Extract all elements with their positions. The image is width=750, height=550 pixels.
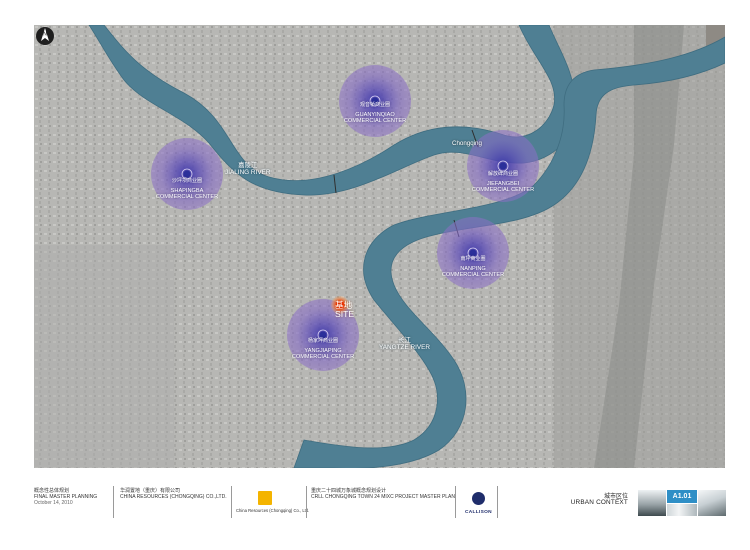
divider bbox=[455, 486, 456, 518]
client-logo-icon bbox=[258, 491, 272, 505]
river-label-yangtze: 长江 YANGTZE RIVER bbox=[379, 337, 431, 351]
project-phase-block: 概念性总体规划 FINAL MASTER PLANNING October 14… bbox=[34, 488, 97, 530]
callison-logo-icon bbox=[472, 492, 485, 505]
city-label-chongqing: Chongqing bbox=[452, 140, 482, 147]
divider bbox=[231, 486, 232, 518]
center-label-yangjiaping: 杨家坪商业圈 YANGJIAPING COMMERCIAL CENTER bbox=[291, 338, 355, 361]
center-label-nanping: 南坪商业圈 NANPING COMMERCIAL CENTER bbox=[441, 256, 505, 279]
project-date: October 14, 2010 bbox=[34, 500, 73, 506]
building-thumbnail-image bbox=[638, 490, 666, 516]
client-name-en: CHINA RESOURCES (CHONGQING) CO.,LTD. bbox=[120, 494, 227, 500]
sheet-title-block: 城市区位 URBAN CONTEXT bbox=[570, 494, 628, 506]
project-name-en: CRLL CHONGQING TOWN 24 MIXC PROJECT MAST… bbox=[311, 494, 456, 500]
center-label-jiefangbei: 解放碑商业圈 JIEFANGBEI COMMERCIAL CENTER bbox=[471, 171, 535, 194]
north-letter: N bbox=[43, 32, 47, 38]
project-block: 重庆二十四城万象城概念规划设计 CRLL CHONGQING TOWN 24 M… bbox=[311, 488, 455, 530]
client-logo-caption: China Resources (Chongqing) Co., Ltd. bbox=[236, 508, 310, 513]
divider bbox=[497, 486, 498, 518]
building-strip-image bbox=[667, 504, 697, 516]
sheet-number: A1.01 bbox=[667, 490, 697, 503]
architect-name: CALLISON bbox=[465, 510, 492, 515]
site-label: 基地 SITE bbox=[335, 300, 355, 319]
terrain-tone-left bbox=[34, 245, 174, 468]
north-arrow-icon: N bbox=[36, 27, 54, 45]
center-label-shapingba: 沙坪坝商业圈 SHAPINGBA COMMERCIAL CENTER bbox=[155, 178, 219, 201]
client-block: 华润置地（重庆）有限公司 CHINA RESOURCES (CHONGQING)… bbox=[120, 488, 227, 530]
map-graphics bbox=[34, 25, 725, 468]
sheet-title-en: URBAN CONTEXT bbox=[570, 499, 628, 506]
commercial-center-guanyinqiao bbox=[339, 65, 411, 137]
center-label-guanyinqiao: 观音桥商业圈 GUANYINQIAO COMMERCIAL CENTER bbox=[343, 102, 407, 125]
building-thumbnail-image-2 bbox=[698, 490, 726, 516]
client-logo-caption-block: China Resources (Chongqing) Co., Ltd. bbox=[236, 508, 309, 550]
divider bbox=[306, 486, 307, 518]
urban-context-map: 观音桥商业圈 GUANYINQIAO COMMERCIAL CENTER 沙坪坝… bbox=[34, 25, 725, 468]
divider bbox=[113, 486, 114, 518]
river-label-jialing: 嘉陵江 JIALING RIVER bbox=[225, 162, 271, 176]
title-block: 概念性总体规划 FINAL MASTER PLANNING October 14… bbox=[0, 480, 750, 530]
